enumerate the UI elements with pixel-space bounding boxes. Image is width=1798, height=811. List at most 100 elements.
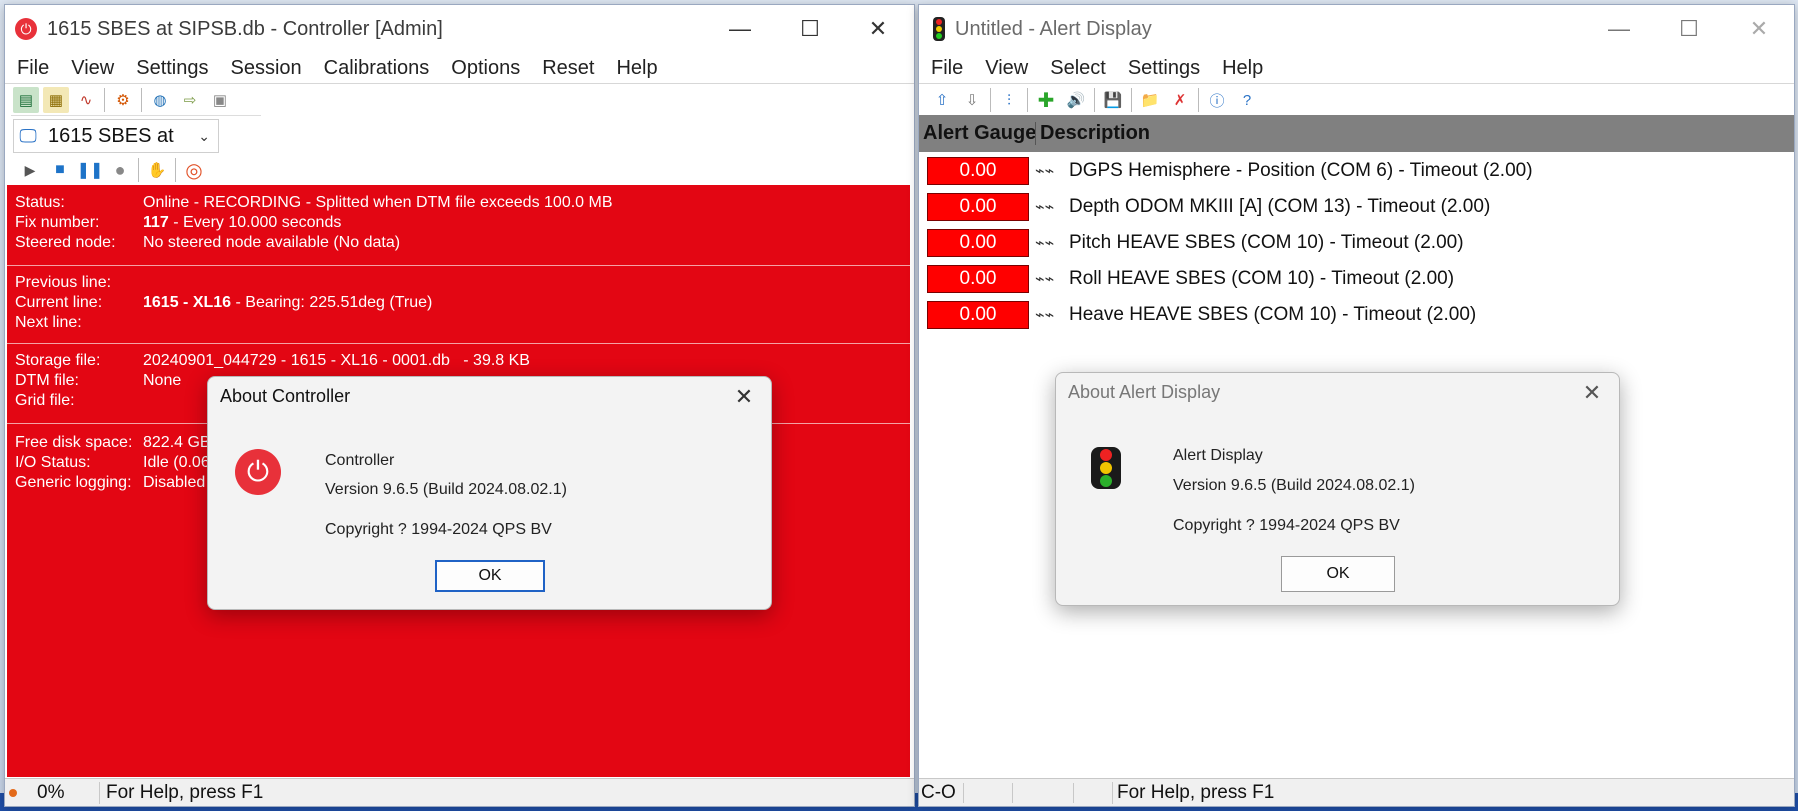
play-icon[interactable]: ▶ [17,157,43,183]
controller-toolbar-transport: ▶ ■ ❚❚ ● ✋ ◎ [15,155,209,185]
next-line-label: Next line: [15,314,82,331]
status-pane-2 [1012,782,1073,803]
hand-icon[interactable]: ✋ [144,157,170,183]
curr-line-value: 1615 - XL16 - Bearing: 225.51deg (True) [143,294,432,312]
ok-button[interactable]: OK [435,560,545,592]
menu-select[interactable]: Select [1050,57,1106,80]
curr-line-name: 1615 - XL16 [143,294,232,311]
status-percent: 0% [37,781,65,803]
sliders-icon[interactable]: ⫶ [996,87,1022,113]
traffic-light-icon [1091,447,1121,489]
about-alert-dialog: About Alert Display ✕ Alert Display Vers… [1055,372,1620,606]
about-alert-title: About Alert Display [1068,382,1221,402]
info-icon[interactable]: ⓘ [1204,87,1230,113]
curr-line-row: Current line: 1615 - XL16 - Bearing: 225… [15,293,906,313]
io-value: Idle (0.06 [143,454,210,471]
minimize-button[interactable]: — [1584,5,1654,53]
folder-icon[interactable]: 📁 [1137,87,1163,113]
alert-gauge: 0.00 [927,301,1029,329]
monitor-icon: 🖵 [19,125,37,146]
menu-file[interactable]: File [931,57,963,80]
prev-line-label: Previous line: [15,274,112,291]
globe-icon[interactable]: ◍ [147,87,173,113]
logging-value: Disabled [143,474,206,491]
table-row[interactable]: 0.00 ⌁⌁ Roll HEAVE SBES (COM 10) - Timeo… [927,264,1454,294]
menu-view[interactable]: View [71,57,114,80]
toolbar-separator [175,158,176,182]
col-description[interactable]: Description [1040,122,1150,145]
status-section: Status: Online - RECORDING - Splitted wh… [7,185,910,266]
menu-view[interactable]: View [985,57,1028,80]
prev-line-row: Previous line: [15,273,906,293]
toolbar-separator [138,158,139,182]
minimize-button[interactable]: — [705,5,775,53]
table-row[interactable]: 0.00 ⌁⌁ Depth ODOM MKIII [A] (COM 13) - … [927,192,1490,222]
menu-session[interactable]: Session [231,57,302,80]
serial-cable-icon: ⌁⌁ [1035,271,1055,288]
table-row[interactable]: 0.00 ⌁⌁ Pitch HEAVE SBES (COM 10) - Time… [927,228,1464,258]
storage-value: 20240901_044729 - 1615 - XL16 - 0001.db … [143,352,530,369]
move-down-icon[interactable]: ⇩ [959,87,985,113]
gears-icon[interactable]: ⚙ [110,87,136,113]
help-icon[interactable]: ? [1234,87,1260,113]
alert-titlebar: Untitled - Alert Display — ☐ ✕ [919,5,1794,53]
toolbar-separator [1094,88,1095,112]
close-icon[interactable]: ✕ [727,381,761,413]
status-dot-icon [9,788,17,797]
maximize-button[interactable]: ☐ [1654,5,1724,53]
status-code: C-O [921,781,956,803]
menu-settings[interactable]: Settings [1128,57,1200,80]
grid-label: Grid file: [15,392,75,409]
col-alert-gauges[interactable]: Alert Gauges [923,122,1036,145]
table-row[interactable]: 0.00 ⌁⌁ Heave HEAVE SBES (COM 10) - Time… [927,300,1476,330]
controller-titlebar: ⏻ 1615 SBES at SIPSB.db - Controller [Ad… [5,5,914,53]
report-icon[interactable]: ▣ [207,87,233,113]
alert-gauge: 0.00 [927,193,1029,221]
table-row[interactable]: 0.00 ⌁⌁ DGPS Hemisphere - Position (COM … [927,156,1533,186]
menu-reset[interactable]: Reset [542,57,594,80]
menu-options[interactable]: Options [451,57,520,80]
alert-description: Depth ODOM MKIII [A] (COM 13) - Timeout … [1069,196,1491,217]
chart-icon[interactable]: ▦ [43,87,69,113]
alert-gauge: 0.00 [927,157,1029,185]
menu-settings[interactable]: Settings [136,57,208,80]
session-select[interactable]: 🖵 1615 SBES at ⌄ [13,119,219,153]
fix-value: 117 - Every 10.000 seconds [143,214,341,232]
pause-icon[interactable]: ❚❚ [77,157,104,183]
speaker-icon[interactable]: 🔊 [1063,87,1089,113]
menu-calibrations[interactable]: Calibrations [324,57,430,80]
alert-description: Heave HEAVE SBES (COM 10) - Timeout (2.0… [1069,304,1477,325]
storage-label: Storage file: [15,352,101,369]
close-icon[interactable]: ✕ [1575,377,1609,409]
fix-label: Fix number: [15,214,100,231]
disk-value: 822.4 GB [143,434,211,451]
add-icon[interactable]: ✚ [1033,87,1059,113]
alert-menubar: File View Select Settings Help [919,53,1794,84]
stop-icon[interactable]: ■ [47,157,73,183]
status-row: Status: Online - RECORDING - Splitted wh… [15,193,906,213]
database-icon[interactable]: ▤ [13,87,39,113]
maximize-button[interactable]: ☐ [775,5,845,53]
export-icon[interactable]: ⇨ [177,87,203,113]
record-icon[interactable]: ● [107,157,133,183]
menu-help[interactable]: Help [616,57,657,80]
move-up-icon[interactable]: ⇧ [929,87,955,113]
curve-icon[interactable]: ∿ [73,87,99,113]
dtm-value: None [143,372,182,389]
curr-line-bearing: - Bearing: 225.51deg (True) [231,294,433,311]
menu-file[interactable]: File [17,57,49,80]
remove-icon[interactable]: ✗ [1167,87,1193,113]
about-alert-copyright: Copyright ? 1994-2024 QPS BV [1173,517,1400,534]
session-select-value: 1615 SBES at [48,124,174,147]
dtm-label: DTM file: [15,372,79,389]
save-icon[interactable]: 💾 [1100,87,1126,113]
menu-help[interactable]: Help [1222,57,1263,80]
serial-cable-icon: ⌁⌁ [1035,199,1055,216]
close-button[interactable]: ✕ [1724,5,1794,53]
about-controller-dialog: About Controller ✕ ⏻ Controller Version … [207,376,772,610]
close-button[interactable]: ✕ [843,5,913,53]
lifebuoy-icon[interactable]: ◎ [181,157,207,183]
ok-button[interactable]: OK [1281,556,1395,592]
status-pane-1 [963,782,1012,803]
line-section: Previous line: Current line: 1615 - XL16… [7,265,910,344]
